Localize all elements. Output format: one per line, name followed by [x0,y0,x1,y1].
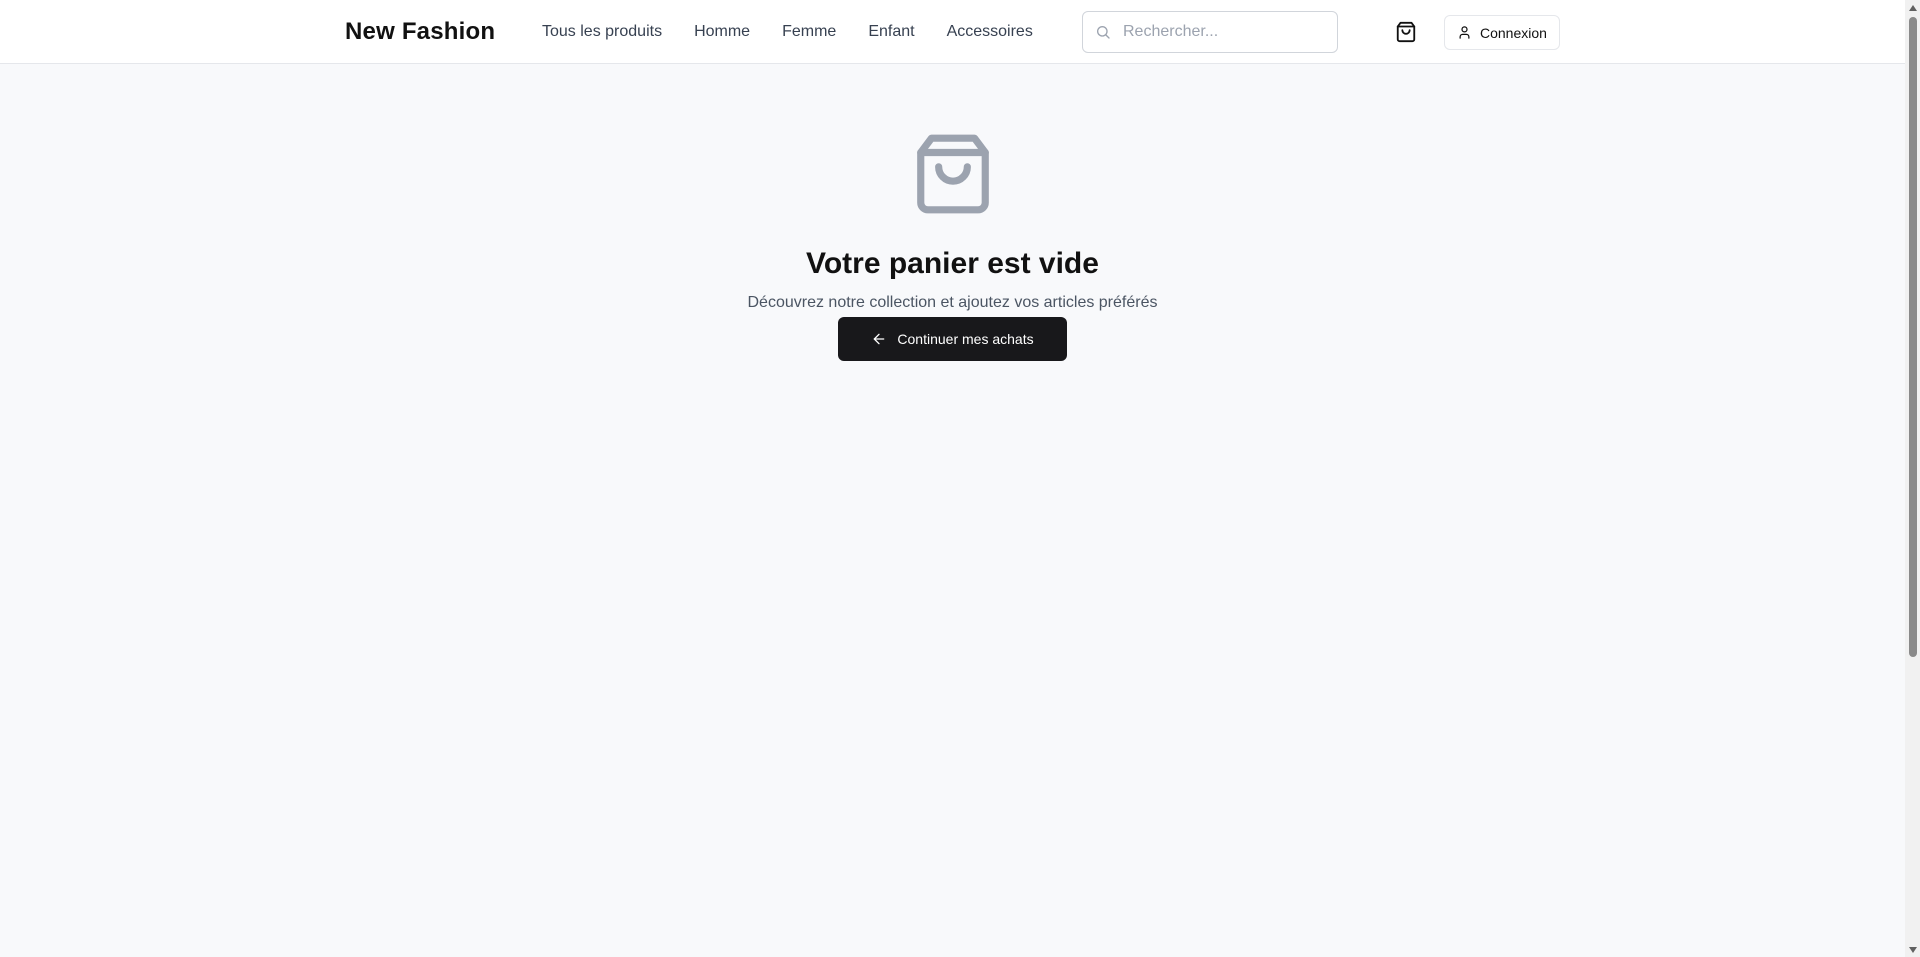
vertical-scrollbar[interactable] [1905,0,1920,957]
site-header: New Fashion Tous les produits Homme Femm… [0,0,1905,64]
shopping-bag-icon [1395,21,1417,43]
nav-tous-les-produits[interactable]: Tous les produits [542,23,662,41]
nav-homme[interactable]: Homme [694,23,750,41]
cart-button[interactable] [1394,20,1418,44]
login-button[interactable]: Connexion [1444,15,1560,50]
scrollbar-thumb[interactable] [1909,17,1917,657]
search-box[interactable] [1082,11,1338,53]
continue-shopping-label: Continuer mes achats [897,331,1034,347]
nav-femme[interactable]: Femme [782,23,836,41]
page: New Fashion Tous les produits Homme Femm… [0,0,1920,957]
site-logo[interactable]: New Fashion [345,18,542,46]
empty-cart-title: Votre panier est vide [806,247,1099,280]
nav-enfant[interactable]: Enfant [868,23,914,41]
login-label: Connexion [1480,24,1547,41]
search-input[interactable] [1123,23,1323,41]
scroll-down-arrow-icon[interactable] [1905,942,1920,957]
shopping-bag-icon [910,131,996,217]
nav-accessoires[interactable]: Accessoires [947,23,1033,41]
user-icon [1457,25,1472,40]
main-nav: Tous les produits Homme Femme Enfant Acc… [542,23,1033,41]
search-icon [1095,24,1111,40]
arrow-left-icon [871,331,887,347]
empty-cart-subtitle: Découvrez notre collection et ajoutez vo… [747,294,1158,311]
continue-shopping-button[interactable]: Continuer mes achats [838,317,1067,361]
header-inner: New Fashion Tous les produits Homme Femm… [345,0,1560,64]
scroll-up-arrow-icon[interactable] [1905,0,1920,15]
